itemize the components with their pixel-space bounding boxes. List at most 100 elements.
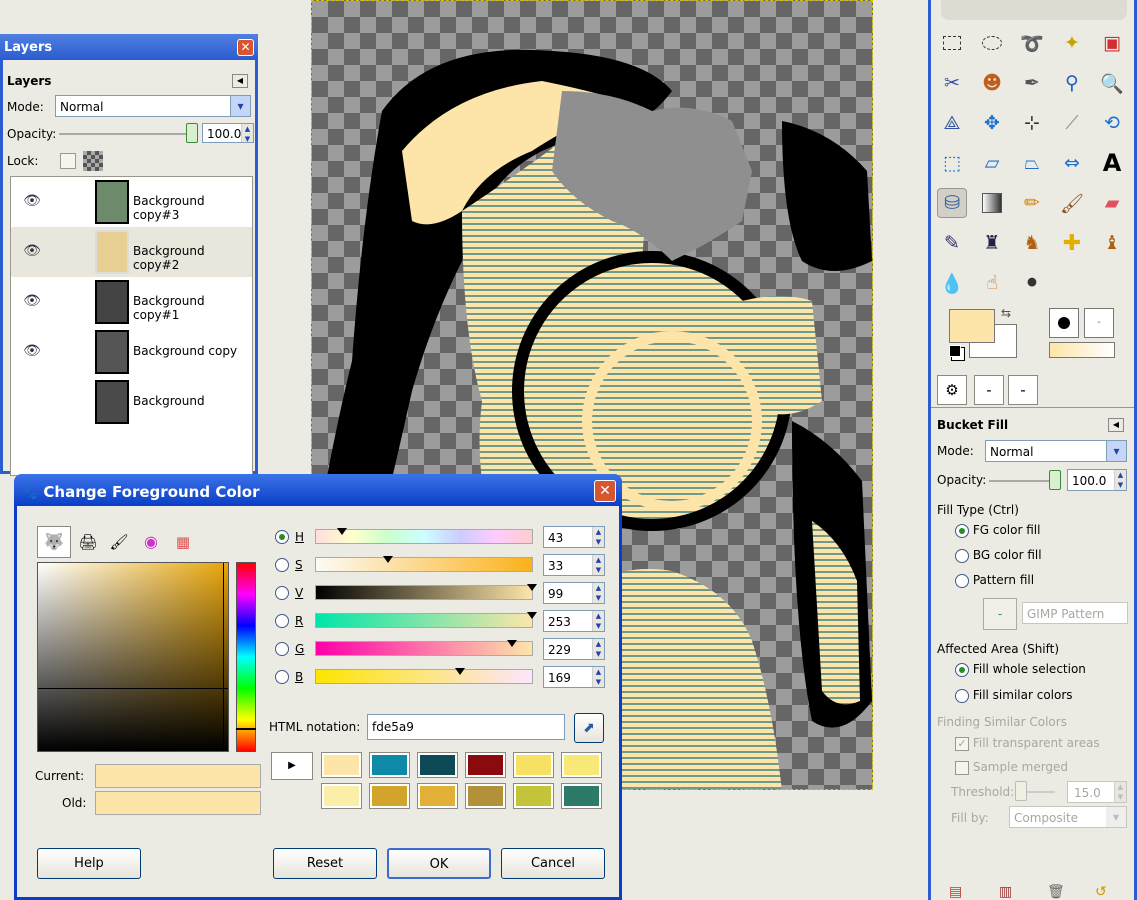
blend-icon[interactable]: [977, 188, 1007, 218]
history-swatch[interactable]: [465, 783, 506, 809]
close-icon[interactable]: ✕: [237, 39, 254, 56]
spin-arrows-icon[interactable]: ▲ ▼: [241, 124, 253, 143]
delete-options-icon[interactable]: 🗑: [1047, 884, 1065, 900]
layer-row[interactable]: 👁 Background copy#1: [11, 277, 252, 327]
close-icon[interactable]: ✕: [594, 480, 616, 502]
default-colors-icon[interactable]: [949, 345, 961, 357]
select-by-color-icon[interactable]: ▣: [1097, 28, 1127, 58]
crop-icon[interactable]: ⟋: [1057, 108, 1087, 138]
layer-row[interactable]: Background: [11, 377, 252, 427]
channel-spinner[interactable]: 253 ▲ ▼: [543, 610, 605, 632]
cancel-button[interactable]: Cancel: [501, 848, 605, 879]
slider-marker-icon[interactable]: [507, 640, 517, 647]
tab-device-status[interactable]: -: [974, 375, 1004, 405]
eye-icon[interactable]: 👁: [21, 293, 43, 309]
ellipse-select-icon[interactable]: [977, 28, 1007, 58]
spin-arrows-icon[interactable]: ▲ ▼: [1114, 470, 1126, 490]
history-swatch[interactable]: [369, 783, 410, 809]
channel-slider[interactable]: [315, 584, 537, 600]
pattern-fill-radio[interactable]: Pattern fill: [955, 573, 1034, 588]
radio-icon[interactable]: [955, 662, 969, 677]
align-icon[interactable]: ⊹: [1017, 108, 1047, 138]
rotate-icon[interactable]: ⟲: [1097, 108, 1127, 138]
ink-icon[interactable]: ♜: [977, 228, 1007, 258]
history-swatch[interactable]: [513, 752, 554, 778]
slider-marker-icon[interactable]: [455, 668, 465, 675]
flip-icon[interactable]: ⇔: [1057, 148, 1087, 178]
channel-spinner[interactable]: 229 ▲ ▼: [543, 638, 605, 660]
tab-undo-history[interactable]: -: [1008, 375, 1038, 405]
channel-spinner[interactable]: 33 ▲ ▼: [543, 554, 605, 576]
channel-slider[interactable]: [315, 640, 533, 656]
eye-icon[interactable]: 👁: [21, 193, 43, 209]
history-play-button[interactable]: ▶: [271, 752, 313, 780]
eyedropper-button[interactable]: ⬈: [574, 713, 604, 743]
selector-tab-wheel[interactable]: ◉: [137, 529, 165, 557]
paths-icon[interactable]: ✒: [1017, 68, 1047, 98]
sv-color-area[interactable]: [37, 562, 229, 752]
scale-icon[interactable]: ⬚: [937, 148, 967, 178]
airbrush-icon[interactable]: ✎: [937, 228, 967, 258]
eraser-icon[interactable]: ▰: [1097, 188, 1127, 218]
heal-icon[interactable]: ✚: [1057, 228, 1087, 258]
channel-spinner[interactable]: 169 ▲ ▼: [543, 666, 605, 688]
pattern-preview-button[interactable]: -: [983, 598, 1017, 630]
history-swatch[interactable]: [561, 783, 602, 809]
history-swatch[interactable]: [369, 752, 410, 778]
restore-options-icon[interactable]: ▥: [999, 884, 1012, 900]
spin-arrows-icon[interactable]: ▲ ▼: [592, 527, 604, 547]
blur-icon[interactable]: 💧: [937, 268, 967, 298]
fill-transparent-checkbox[interactable]: ✓ Fill transparent areas: [955, 736, 1100, 751]
text-icon[interactable]: A: [1097, 148, 1127, 178]
history-swatch[interactable]: [561, 752, 602, 778]
reset-button[interactable]: Reset: [273, 848, 377, 879]
opacity-slider-handle[interactable]: [186, 123, 198, 143]
perspective-clone-icon[interactable]: ♝: [1097, 228, 1127, 258]
mode-select[interactable]: Normal ▾: [55, 95, 251, 117]
lock-pixels-checkbox[interactable]: [60, 153, 76, 169]
save-options-icon[interactable]: ▤: [949, 884, 962, 900]
opacity-spinner[interactable]: 100.0 ▲ ▼: [1067, 469, 1127, 491]
radio-icon[interactable]: [955, 573, 969, 588]
opacity-slider-handle[interactable]: [1049, 470, 1061, 490]
opacity-slider[interactable]: [59, 133, 189, 135]
channel-spinner[interactable]: 43 ▲ ▼: [543, 526, 605, 548]
pattern-name-field[interactable]: GIMP Pattern: [1022, 602, 1128, 624]
pattern-indicator[interactable]: -: [1084, 308, 1114, 338]
tab-tool-options[interactable]: ⚙: [937, 375, 967, 405]
eye-icon[interactable]: 👁: [21, 243, 43, 259]
history-swatch[interactable]: [513, 783, 554, 809]
measure-icon[interactable]: ⟁: [937, 108, 967, 138]
channel-radio[interactable]: [275, 670, 289, 684]
history-swatch[interactable]: [465, 752, 506, 778]
gradient-indicator[interactable]: [1049, 342, 1115, 358]
opacity-slider[interactable]: [989, 480, 1055, 482]
channel-radio[interactable]: [275, 642, 289, 656]
selector-tab-gimp[interactable]: 🐺: [37, 526, 71, 558]
smudge-icon[interactable]: ☝: [977, 268, 1007, 298]
bucket-fill-icon[interactable]: ⛁: [937, 188, 967, 218]
channel-slider[interactable]: [315, 668, 533, 684]
chevron-down-icon[interactable]: ▾: [230, 96, 250, 116]
layer-row[interactable]: 👁 Background copy: [11, 327, 252, 377]
channel-slider[interactable]: [315, 612, 537, 628]
radio-icon[interactable]: [955, 548, 969, 563]
slider-marker-icon[interactable]: [337, 528, 347, 535]
shear-icon[interactable]: ▱: [977, 148, 1007, 178]
threshold-slider-handle[interactable]: [1015, 781, 1027, 801]
selector-tab-cmyk[interactable]: 🖨: [74, 529, 102, 557]
chevron-down-icon[interactable]: ▾: [1106, 807, 1126, 827]
zoom-icon[interactable]: 🔍: [1097, 68, 1127, 98]
channel-radio[interactable]: [275, 530, 289, 544]
history-swatch[interactable]: [417, 783, 458, 809]
fill-whole-radio[interactable]: Fill whole selection: [955, 662, 1086, 677]
radio-icon[interactable]: [955, 523, 969, 538]
eye-icon[interactable]: 👁: [21, 343, 43, 359]
spin-arrows-icon[interactable]: ▲ ▼: [592, 583, 604, 603]
pencil-icon[interactable]: ✏: [1017, 188, 1047, 218]
fuzzy-select-icon[interactable]: ✦: [1057, 28, 1087, 58]
history-swatch[interactable]: [417, 752, 458, 778]
layer-row[interactable]: 👁 Background copy#3: [11, 177, 252, 227]
layers-titlebar[interactable]: Layers ✕: [0, 34, 258, 60]
chevron-down-icon[interactable]: ▾: [1106, 441, 1126, 461]
